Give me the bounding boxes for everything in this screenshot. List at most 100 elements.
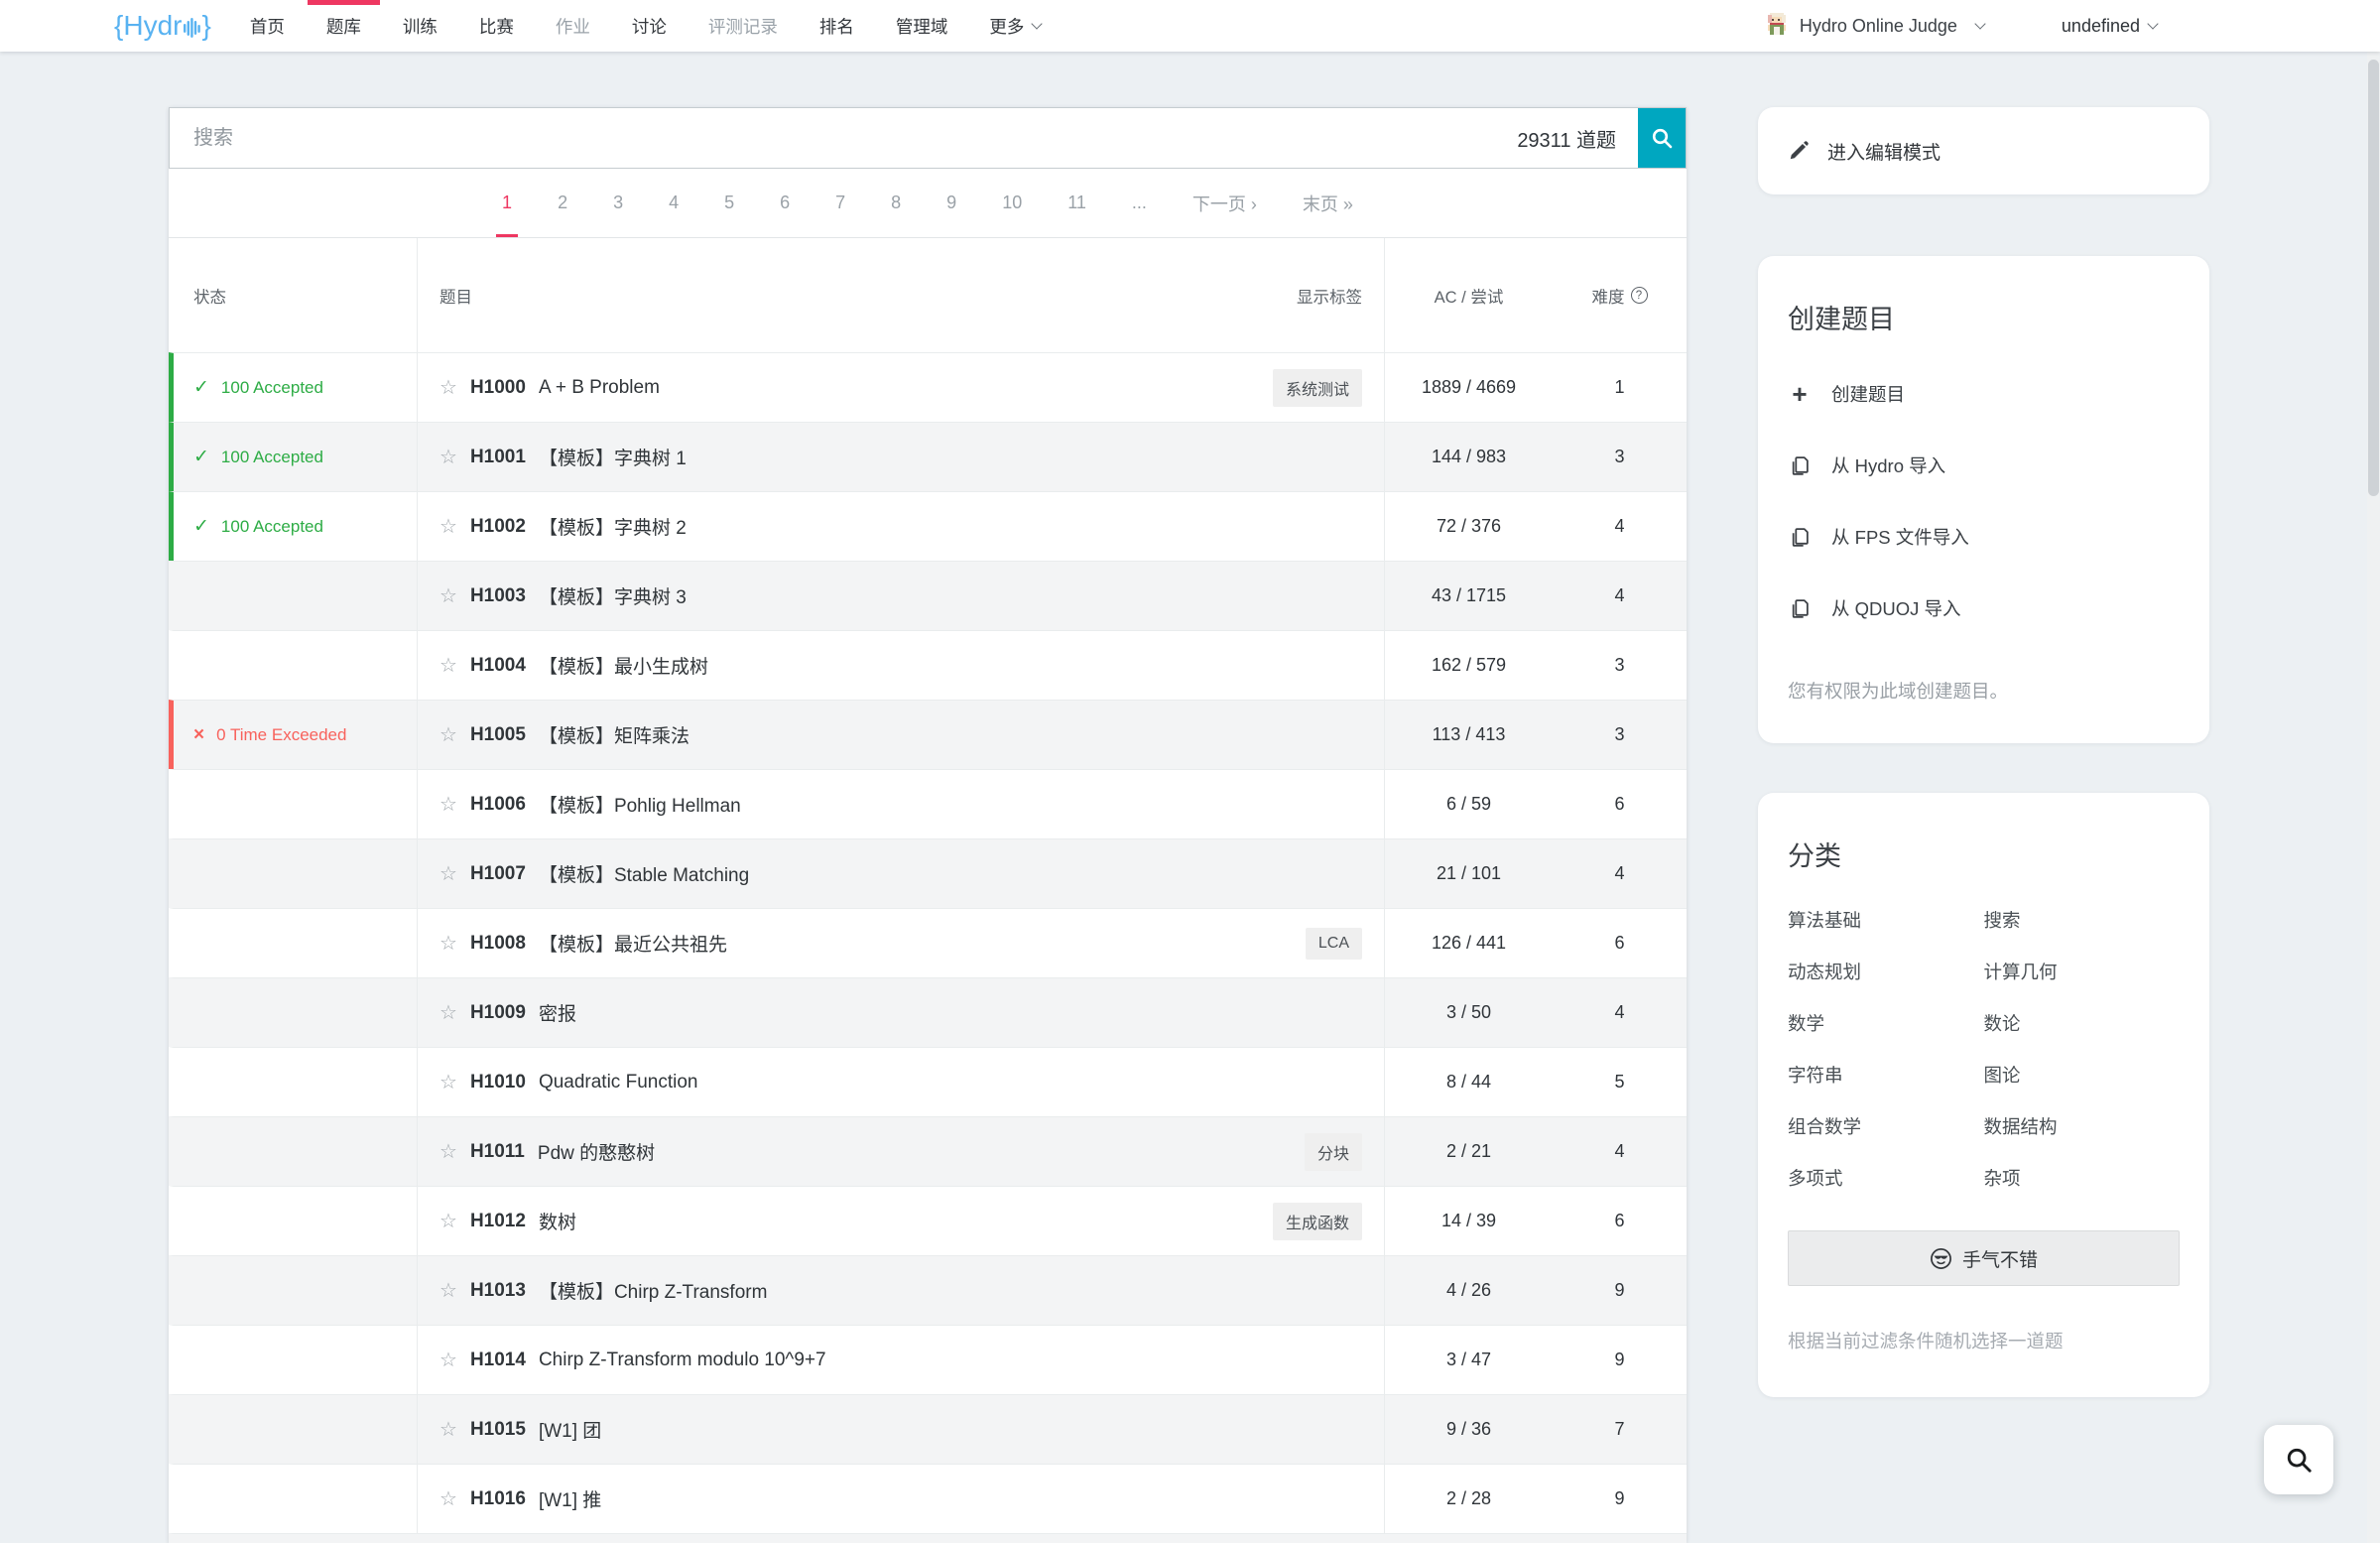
page-link[interactable]: 11 — [1062, 169, 1092, 237]
problem-tag[interactable]: 系统测试 — [1273, 369, 1362, 407]
create-menu-item[interactable]: 从 Hydro 导入 — [1788, 430, 2180, 501]
nav-item[interactable]: 更多 — [968, 0, 1062, 52]
nav-item[interactable]: 题库 — [306, 0, 382, 52]
table-row[interactable]: ☆ H1015 [W1] 团 9 / 36 7 — [169, 1394, 1687, 1464]
header-tags[interactable]: 显示标签 — [1297, 284, 1362, 308]
problem-tag[interactable]: 分块 — [1305, 1133, 1362, 1171]
table-row[interactable]: ☆ H1009 密报 3 / 50 4 — [169, 977, 1687, 1047]
star-icon[interactable]: ☆ — [439, 1000, 457, 1025]
table-row[interactable]: ☆ H1014 Chirp Z-Transform modulo 10^9+7 … — [169, 1325, 1687, 1394]
star-icon[interactable]: ☆ — [439, 1070, 457, 1094]
problem-title-link[interactable]: Pdw 的憨憨树 — [538, 1138, 655, 1165]
category-link[interactable]: 杂项 — [1984, 1165, 2181, 1191]
hydro-logo[interactable]: {Hydr } — [114, 0, 211, 52]
problem-title-link[interactable]: Quadratic Function — [539, 1072, 698, 1093]
star-icon[interactable]: ☆ — [439, 1139, 457, 1164]
problem-title-link[interactable]: 【模板】矩阵乘法 — [539, 721, 689, 748]
user-dropdown[interactable]: undefined — [2062, 16, 2157, 37]
nav-item[interactable]: 作业 — [535, 0, 611, 52]
problem-title-link[interactable]: A + B Problem — [539, 377, 660, 399]
nav-item[interactable]: 讨论 — [611, 0, 688, 52]
table-row[interactable]: ☆ H1016 [W1] 推 2 / 28 9 — [169, 1464, 1687, 1533]
problem-title-link[interactable]: 【模板】Chirp Z-Transform — [539, 1277, 767, 1304]
table-row[interactable]: ☆ H1011 Pdw 的憨憨树 分块 2 / 21 4 — [169, 1116, 1687, 1186]
create-menu-item[interactable]: 从 QDUOJ 导入 — [1788, 573, 2180, 644]
category-link[interactable]: 算法基础 — [1788, 907, 1984, 933]
star-icon[interactable]: ☆ — [439, 1417, 457, 1442]
problem-title-link[interactable]: 【模板】字典树 3 — [539, 582, 687, 609]
table-row[interactable]: ☆ H1007 【模板】Stable Matching 21 / 101 4 — [169, 838, 1687, 908]
star-icon[interactable]: ☆ — [439, 931, 457, 956]
enter-edit-mode-button[interactable]: 进入编辑模式 — [1758, 107, 2209, 194]
page-link[interactable]: 9 — [940, 169, 962, 237]
star-icon[interactable]: ☆ — [439, 1486, 457, 1511]
nav-item[interactable]: 评测记录 — [688, 0, 799, 52]
star-icon[interactable]: ☆ — [439, 1348, 457, 1372]
page-link[interactable]: 4 — [663, 169, 685, 237]
problem-title-link[interactable]: [W1] 推 — [539, 1485, 601, 1512]
page-link[interactable]: 6 — [774, 169, 796, 237]
problem-title-link[interactable]: 【模板】最近公共祖先 — [539, 930, 727, 957]
table-row[interactable]: ☆ H1010 Quadratic Function 8 / 44 5 — [169, 1047, 1687, 1116]
table-row[interactable]: ☆ H1013 【模板】Chirp Z-Transform 4 / 26 9 — [169, 1255, 1687, 1325]
page-link[interactable]: 末页 » — [1297, 169, 1359, 237]
table-row[interactable]: ☆ H1008 【模板】最近公共祖先 LCA 126 / 441 6 — [169, 908, 1687, 977]
create-menu-item[interactable]: + 创建题目 — [1788, 358, 2180, 430]
page-link[interactable]: 2 — [552, 169, 573, 237]
category-link[interactable]: 数学 — [1788, 1010, 1984, 1036]
problem-title-link[interactable]: [W1] 团 — [539, 1416, 601, 1443]
problem-title-link[interactable]: 密报 — [539, 999, 576, 1026]
category-link[interactable]: 动态规划 — [1788, 959, 1984, 984]
table-row[interactable]: ✓ 100 Accepted ☆ H1000 A + B Problem 系统测… — [169, 352, 1687, 422]
page-link[interactable]: 3 — [607, 169, 629, 237]
category-link[interactable]: 搜索 — [1984, 907, 2181, 933]
problem-title-link[interactable]: 数树 — [539, 1208, 576, 1234]
problem-title-link[interactable]: Chirp Z-Transform modulo 10^9+7 — [539, 1350, 826, 1371]
star-icon[interactable]: ☆ — [439, 1209, 457, 1233]
star-icon[interactable]: ☆ — [439, 583, 457, 608]
nav-item[interactable]: 比赛 — [458, 0, 535, 52]
problem-tag[interactable]: 生成函数 — [1273, 1203, 1362, 1240]
star-icon[interactable]: ☆ — [439, 445, 457, 469]
category-link[interactable]: 组合数学 — [1788, 1113, 1984, 1139]
category-link[interactable]: 字符串 — [1788, 1062, 1984, 1088]
table-row[interactable]: ✓ 100 Accepted ☆ H1002 【模板】字典树 2 72 / 37… — [169, 491, 1687, 561]
star-icon[interactable]: ☆ — [439, 792, 457, 817]
page-link[interactable]: 10 — [996, 169, 1028, 237]
star-icon[interactable]: ☆ — [439, 375, 457, 400]
table-row[interactable]: ✓ 100 Accepted ☆ H1001 【模板】字典树 1 144 / 9… — [169, 422, 1687, 491]
star-icon[interactable]: ☆ — [439, 514, 457, 539]
search-button[interactable] — [1638, 108, 1686, 168]
star-icon[interactable]: ☆ — [439, 722, 457, 747]
nav-item[interactable]: 排名 — [799, 0, 875, 52]
create-menu-item[interactable]: 从 FPS 文件导入 — [1788, 501, 2180, 573]
problem-title-link[interactable]: 【模板】最小生成树 — [539, 652, 708, 679]
problem-tag[interactable]: LCA — [1306, 928, 1362, 960]
search-input[interactable] — [170, 108, 1686, 168]
problem-title-link[interactable]: 【模板】字典树 1 — [539, 444, 687, 470]
category-link[interactable]: 数据结构 — [1984, 1113, 2181, 1139]
table-row[interactable]: ☆ H1003 【模板】字典树 3 43 / 1715 4 — [169, 561, 1687, 630]
problem-title-link[interactable]: 【模板】Pohlig Hellman — [539, 791, 741, 818]
page-link[interactable]: 7 — [829, 169, 851, 237]
category-link[interactable]: 计算几何 — [1984, 959, 2181, 984]
domain-selector[interactable]: Hydro Online Judge — [1764, 13, 1984, 39]
nav-item[interactable]: 管理域 — [875, 0, 969, 52]
category-link[interactable]: 图论 — [1984, 1062, 2181, 1088]
star-icon[interactable]: ☆ — [439, 1278, 457, 1303]
nav-item[interactable]: 首页 — [229, 0, 306, 52]
category-link[interactable]: 数论 — [1984, 1010, 2181, 1036]
page-link[interactable]: ... — [1126, 169, 1153, 237]
nav-item[interactable]: 训练 — [382, 0, 458, 52]
page-link[interactable]: 5 — [718, 169, 740, 237]
feeling-lucky-button[interactable]: 手气不错 — [1788, 1230, 2180, 1286]
table-row[interactable]: × 0 Time Exceeded ☆ H1005 【模板】矩阵乘法 113 /… — [169, 700, 1687, 769]
page-link[interactable]: 8 — [885, 169, 907, 237]
star-icon[interactable]: ☆ — [439, 653, 457, 678]
page-link[interactable]: 下一页 › — [1187, 169, 1263, 237]
star-icon[interactable]: ☆ — [439, 861, 457, 886]
table-row[interactable]: ☆ H1004 【模板】最小生成树 162 / 579 3 — [169, 630, 1687, 700]
page-link[interactable]: 1 — [496, 169, 518, 237]
scrollbar-thumb[interactable] — [2368, 60, 2379, 496]
problem-title-link[interactable]: 【模板】Stable Matching — [539, 860, 749, 887]
